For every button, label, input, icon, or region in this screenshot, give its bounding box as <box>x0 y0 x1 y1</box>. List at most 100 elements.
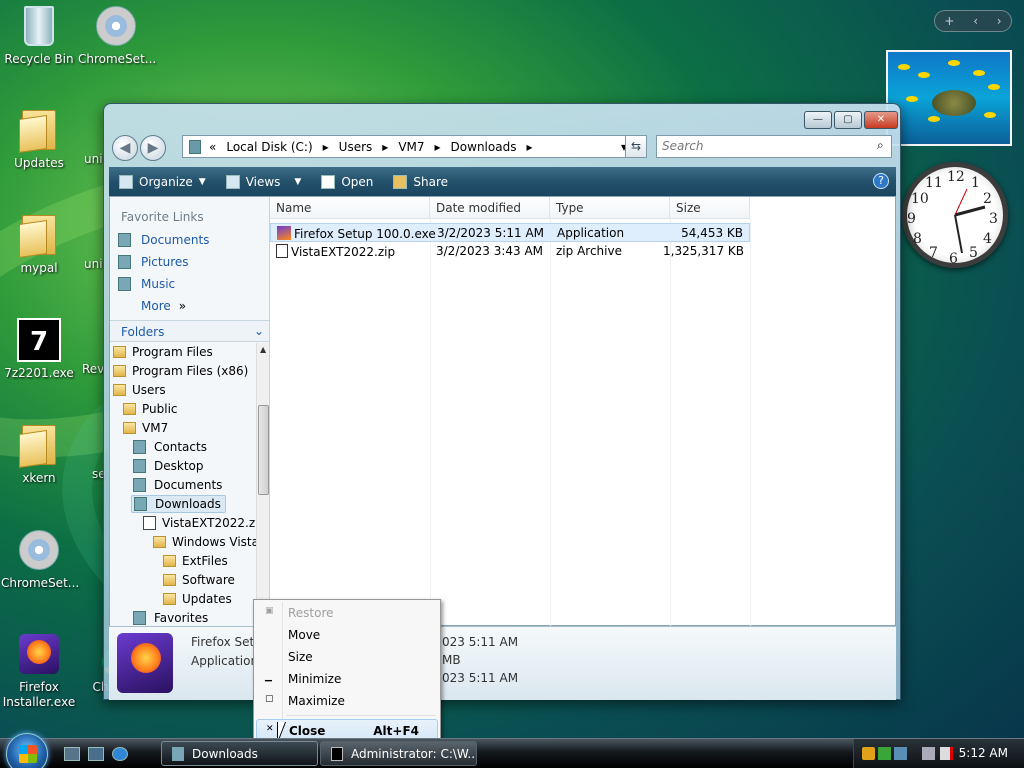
file-row[interactable]: Firefox Setup 100.0.exe 3/2/2023 5:11 AM… <box>270 223 750 242</box>
file-list: Name Date modified Type Size Firefox Set… <box>270 197 895 627</box>
switch-windows-icon[interactable] <box>88 747 104 761</box>
desktop-icon-recycle-bin[interactable]: Recycle Bin <box>1 4 77 66</box>
next-gadget-button[interactable]: › <box>997 14 1002 28</box>
maximize-button[interactable]: ▢ <box>834 111 862 129</box>
desktop-icon-chromesetup[interactable]: ChromeSet... <box>78 4 156 66</box>
menu-item-maximize[interactable]: ▢ Maximize <box>256 690 438 712</box>
show-desktop-icon[interactable] <box>64 747 80 761</box>
previous-gadget-button[interactable]: ‹ <box>973 14 978 28</box>
installer-disc-icon <box>19 530 59 570</box>
clock-time[interactable]: 5:12 AM <box>959 746 1008 760</box>
desktop-icon-chromesetup-2[interactable]: ChromeSet... <box>1 528 79 590</box>
device-icon[interactable] <box>894 747 907 760</box>
scrollbar-thumb[interactable] <box>258 405 269 495</box>
breadcrumb-separator[interactable]: ▸ <box>435 140 441 154</box>
clock-gadget[interactable]: 12 1 2 3 4 5 6 7 8 9 10 11 <box>898 158 1012 282</box>
share-icon <box>393 174 408 189</box>
installer-disc-icon <box>96 6 136 46</box>
security-shield-icon[interactable] <box>862 747 875 760</box>
breadcrumb-vm7[interactable]: VM7 <box>398 140 424 154</box>
tree-item-vistaext-zip[interactable]: VistaEXT2022.zip <box>143 514 266 532</box>
firefox-icon <box>117 633 173 693</box>
desktop-icon-7zip[interactable]: 7 7z2201.exe <box>1 318 77 380</box>
file-row[interactable]: VistaEXT2022.zip 3/2/2023 3:43 AM zip Ar… <box>270 242 750 261</box>
breadcrumb-local-disk[interactable]: Local Disk (C:) <box>226 140 312 154</box>
documents-icon <box>118 233 131 247</box>
file-date: 3/2/2023 3:43 AM <box>436 244 544 258</box>
slideshow-gadget[interactable] <box>886 50 1012 146</box>
organize-button[interactable]: Organize ▼ <box>119 174 206 189</box>
scroll-up-icon[interactable]: ▲ <box>260 345 266 354</box>
menu-item-move[interactable]: Move <box>256 624 438 646</box>
favorite-links-more[interactable]: More » <box>141 297 186 315</box>
desktop-icon-partial[interactable]: se <box>68 423 106 481</box>
internet-explorer-icon[interactable] <box>112 747 128 761</box>
desktop-icon-xkern[interactable]: xkern <box>1 423 77 485</box>
tree-item-favorites[interactable]: Favorites <box>133 609 208 627</box>
start-button[interactable] <box>6 733 48 768</box>
search-input[interactable]: Search <box>656 135 892 158</box>
tree-item-software[interactable]: Software <box>163 571 235 589</box>
desktop-icon-firefox-installer[interactable]: Firefox Installer.exe <box>1 632 77 710</box>
desktop-icon-partial[interactable]: uni <box>68 213 104 271</box>
details-pane: Firefox Set Application 023 5:11 AM MB 0… <box>109 626 896 700</box>
column-header-name[interactable]: Name <box>270 197 430 219</box>
views-button[interactable]: Views ▼ <box>225 174 302 189</box>
add-gadget-button[interactable]: + <box>944 14 954 28</box>
folder-icon <box>113 346 126 358</box>
safely-remove-icon[interactable] <box>878 747 891 760</box>
back-button[interactable]: ◀ <box>112 135 138 161</box>
tree-item-vm7[interactable]: VM7 <box>123 419 168 437</box>
chevron-down-icon: ▼ <box>198 176 206 187</box>
breadcrumb-separator[interactable]: ▸ <box>526 140 532 154</box>
network-icon[interactable] <box>922 747 935 760</box>
tree-item-desktop[interactable]: Desktop <box>133 457 204 475</box>
open-button[interactable]: Open <box>321 174 373 189</box>
tree-item-program-files[interactable]: Program Files <box>113 343 213 361</box>
tree-item-documents[interactable]: Documents <box>133 476 222 494</box>
menu-item-restore[interactable]: ▣ Restore <box>256 602 438 624</box>
sea-turtle-image <box>932 90 976 116</box>
breadcrumb-downloads[interactable]: Downloads <box>451 140 517 154</box>
search-icon[interactable]: ⌕ <box>877 138 884 153</box>
tree-item-public[interactable]: Public <box>123 400 178 418</box>
folders-header[interactable]: Folders ⌄ <box>110 320 269 342</box>
tree-item-extfiles[interactable]: ExtFiles <box>163 552 228 570</box>
folder-icon <box>22 110 56 150</box>
address-overflow[interactable]: « <box>209 140 216 154</box>
favorite-link-music[interactable]: Music <box>118 275 175 293</box>
tree-item-contacts[interactable]: Contacts <box>133 438 207 456</box>
breadcrumb-users[interactable]: Users <box>339 140 373 154</box>
volume-muted-icon[interactable] <box>940 747 953 760</box>
desktop-icon-updates[interactable]: Updates <box>1 108 77 170</box>
minimize-button[interactable]: — <box>804 111 832 129</box>
menu-item-size[interactable]: Size <box>256 646 438 668</box>
column-header-type[interactable]: Type <box>550 197 670 219</box>
tree-scrollbar[interactable]: ▲ <box>256 343 269 627</box>
menu-item-minimize[interactable]: ▁ Minimize <box>256 668 438 690</box>
breadcrumb-separator[interactable]: ▸ <box>323 140 329 154</box>
close-button[interactable]: ✕ <box>864 111 898 129</box>
tree-item-program-files-x86[interactable]: Program Files (x86) <box>113 362 248 380</box>
taskbar-button-downloads[interactable]: Downloads <box>161 741 318 766</box>
tree-item-windows-vista[interactable]: Windows Vista <box>153 533 259 551</box>
tree-item-updates[interactable]: Updates <box>163 590 232 608</box>
favorite-link-documents[interactable]: Documents <box>118 231 209 249</box>
share-button[interactable]: Share <box>393 174 448 189</box>
desktop-icon-partial[interactable]: uni <box>68 108 104 166</box>
help-icon[interactable]: ? <box>873 173 889 189</box>
desktop-icon-partial[interactable]: Rev <box>68 318 104 376</box>
desktop-icon-mypal[interactable]: mypal <box>1 213 77 275</box>
tree-item-users[interactable]: Users <box>113 381 166 399</box>
column-header-size[interactable]: Size <box>670 197 750 219</box>
favorite-link-pictures[interactable]: Pictures <box>118 253 189 271</box>
breadcrumb-separator[interactable]: ▸ <box>382 140 388 154</box>
address-bar[interactable]: « Local Disk (C:) ▸ Users ▸ VM7 ▸ Downlo… <box>182 135 644 158</box>
taskbar-button-cmd[interactable]: Administrator: C:\W... <box>320 741 477 766</box>
column-header-date-modified[interactable]: Date modified <box>430 197 550 219</box>
refresh-button[interactable]: ⇆ <box>625 135 647 158</box>
folder-icon <box>163 555 176 567</box>
forward-button[interactable]: ▶ <box>140 135 166 161</box>
chevron-down-icon: ▼ <box>294 176 302 187</box>
tree-item-downloads[interactable]: Downloads <box>131 495 226 513</box>
